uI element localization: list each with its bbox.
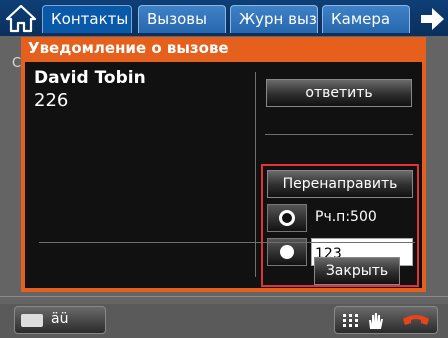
tab-call-log[interactable]: Журн выз bbox=[230, 5, 318, 33]
redirect-option-label: Рч.п:500 bbox=[315, 209, 377, 225]
top-tab-bar: Контакты Вызовы Журн выз Камера bbox=[0, 0, 448, 36]
divider bbox=[265, 134, 413, 135]
call-notification-dialog: Уведомление о вызове David Tobin 226 отв… bbox=[21, 37, 426, 292]
tab-calls-label: Вызовы bbox=[147, 10, 207, 28]
keyboard-label: äü bbox=[51, 311, 69, 327]
call-controls bbox=[334, 306, 438, 334]
redirect-option-voicemail: Рч.п:500 bbox=[267, 204, 413, 232]
keyboard-icon bbox=[21, 314, 43, 327]
background-letter: С bbox=[12, 56, 22, 71]
answer-button[interactable]: ответить bbox=[266, 79, 412, 107]
divider bbox=[39, 242, 415, 243]
radio-button[interactable] bbox=[267, 204, 307, 232]
caller-number: 226 bbox=[34, 90, 69, 111]
redirect-button[interactable]: Перенаправить bbox=[267, 170, 413, 198]
background-divider bbox=[0, 296, 448, 297]
dialog-title: Уведомление о вызове bbox=[28, 39, 229, 57]
dialog-body: David Tobin 226 ответить Перенаправить Р… bbox=[25, 62, 422, 288]
home-icon[interactable] bbox=[4, 3, 38, 33]
arrow-right-icon[interactable] bbox=[417, 4, 447, 34]
tab-call-log-label: Журн выз bbox=[239, 10, 317, 28]
hangup-icon[interactable] bbox=[401, 313, 431, 331]
keyboard-button[interactable]: äü bbox=[14, 306, 106, 334]
radio-selected-icon bbox=[280, 245, 294, 259]
dialpad-icon[interactable] bbox=[343, 314, 359, 328]
close-button[interactable]: Закрыть bbox=[314, 257, 400, 285]
tab-contacts-label: Контакты bbox=[51, 10, 129, 28]
bottom-bar: äü bbox=[0, 304, 448, 338]
hand-icon[interactable] bbox=[365, 311, 385, 331]
tab-contacts[interactable]: Контакты bbox=[42, 5, 132, 33]
tab-camera-label: Камера bbox=[331, 10, 391, 28]
tab-calls[interactable]: Вызовы bbox=[138, 5, 226, 33]
tab-camera[interactable]: Камера bbox=[322, 5, 410, 33]
radio-unselected-icon bbox=[279, 210, 295, 226]
caller-name: David Tobin bbox=[34, 68, 146, 88]
vertical-divider bbox=[255, 72, 256, 277]
